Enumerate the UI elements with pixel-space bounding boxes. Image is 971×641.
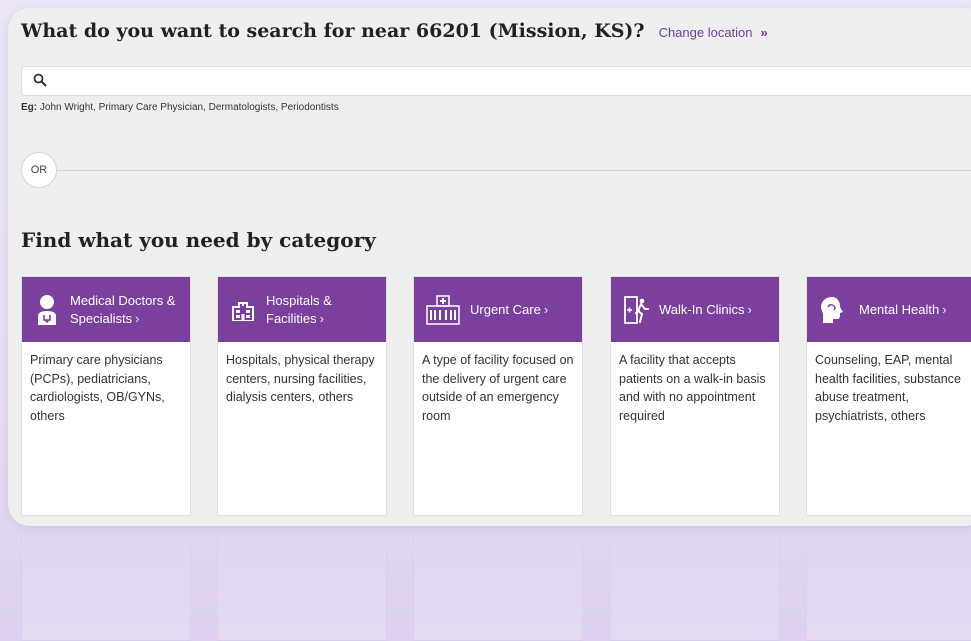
card-title: Walk-In Clinics (659, 301, 745, 317)
card-header[interactable]: Hospitals & Facilities › (218, 277, 386, 342)
card-description: A type of facility focused on the delive… (422, 353, 574, 423)
category-heading: Find what you need by category (21, 228, 376, 252)
reflection-card (413, 536, 583, 641)
card-description: A facility that accepts patients on a wa… (619, 353, 766, 423)
or-divider: OR (21, 152, 971, 188)
category-card-hospitals[interactable]: Hospitals & Facilities › Hospitals, physi… (217, 276, 387, 516)
card-header[interactable]: Mental Health › (807, 277, 971, 342)
category-card-medical-doctors[interactable]: Medical Doctors & Specialists › Primary c… (21, 276, 191, 516)
card-title: Urgent Care (470, 301, 541, 317)
reflection-card (217, 536, 387, 641)
double-chevron-right-icon: » (760, 25, 768, 40)
example-prefix: Eg: (21, 102, 38, 113)
category-card-urgent-care[interactable]: Urgent Care › A type of facility focused … (413, 276, 583, 516)
search-input[interactable] (56, 69, 960, 95)
page-title: What do you want to search for near 6620… (21, 20, 645, 42)
search-box[interactable] (21, 66, 971, 96)
divider-line (57, 170, 971, 171)
or-badge: OR (21, 152, 57, 188)
urgent-care-icon (426, 294, 460, 326)
reflection-card (21, 536, 191, 641)
search-icon (33, 73, 47, 92)
hospital-icon (230, 294, 256, 326)
reflection-card (806, 536, 971, 641)
mental-health-icon (819, 294, 845, 326)
card-title: Medical Doctors & Specialists (70, 292, 176, 326)
card-header[interactable]: Walk-In Clinics › (611, 277, 779, 342)
card-reflection (21, 536, 971, 641)
change-location-label: Change location (658, 25, 753, 40)
category-card-walk-in-clinics[interactable]: Walk-In Clinics › A facility that accepts… (610, 276, 780, 516)
card-title: Mental Health (859, 301, 940, 317)
card-description: Hospitals, physical therapy centers, nur… (226, 353, 375, 404)
card-header[interactable]: Medical Doctors & Specialists › (22, 277, 190, 342)
heading-row: What do you want to search for near 6620… (21, 20, 768, 42)
card-header[interactable]: Urgent Care › (414, 277, 582, 342)
search-example: Eg: John Wright, Primary Care Physician,… (21, 102, 339, 113)
walk-in-icon (623, 294, 649, 326)
card-description: Primary care physicians (PCPs), pediatri… (30, 353, 165, 423)
card-description: Counseling, EAP, mental health facilitie… (815, 353, 961, 423)
reflection-card (610, 536, 780, 641)
doctor-icon (34, 294, 60, 326)
category-card-mental-health[interactable]: Mental Health › Counseling, EAP, mental h… (806, 276, 971, 516)
change-location-link[interactable]: Change location » (659, 25, 768, 40)
example-text: John Wright, Primary Care Physician, Der… (37, 102, 339, 113)
